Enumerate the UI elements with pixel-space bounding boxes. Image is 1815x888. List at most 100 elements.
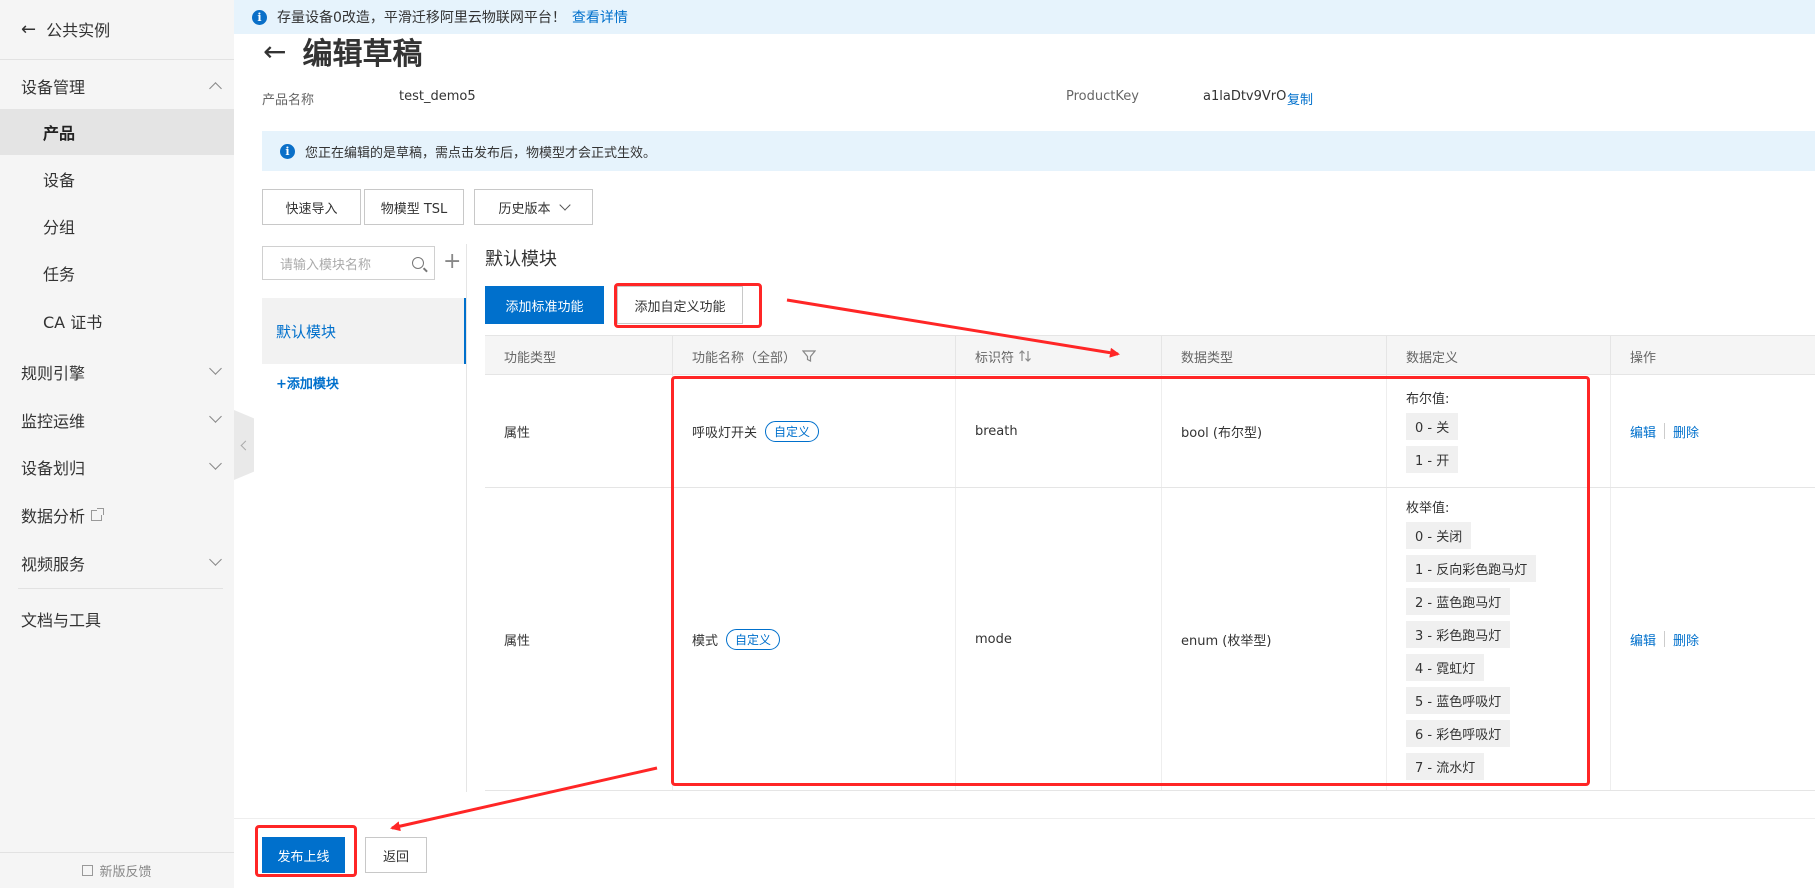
th-function-name[interactable]: 功能名称（全部） xyxy=(672,336,955,376)
nav-group-label: 设备划归 xyxy=(21,459,86,478)
tsl-button[interactable]: 物模型 TSL xyxy=(364,189,464,225)
sidebar-item-ca-cert[interactable]: CA 证书 xyxy=(0,298,234,344)
add-custom-function-button[interactable]: 添加自定义功能 xyxy=(617,286,743,324)
module-item-default[interactable]: 默认模块 xyxy=(262,298,466,364)
announcement-bar: i 存量设备0改造，平滑迁移阿里云物联网平台！ 查看详情 xyxy=(234,0,1815,34)
def-chip: 0 - 关 xyxy=(1406,412,1459,440)
search-placeholder: 请输入模块名称 xyxy=(280,257,372,273)
chevron-up-icon xyxy=(209,82,222,95)
cell-data-def: 枚举值: 0 - 关闭 1 - 反向彩色跑马灯 2 - 蓝色跑马灯 3 - 彩色… xyxy=(1386,488,1610,790)
th-function-type: 功能类型 xyxy=(504,350,557,366)
chevron-down-icon xyxy=(209,457,222,470)
module-panel-divider xyxy=(466,244,467,792)
module-search-input[interactable]: 请输入模块名称 xyxy=(262,246,435,280)
page-title-text: 编辑草稿 xyxy=(302,37,423,72)
nav-group-label: 文档与工具 xyxy=(21,611,102,630)
th-actions: 操作 xyxy=(1610,336,1815,376)
feedback-label: 新版反馈 xyxy=(99,865,152,880)
divider xyxy=(0,59,234,60)
add-module-link[interactable]: +添加模块 xyxy=(276,373,339,392)
back-label: 公共实例 xyxy=(46,21,111,40)
cell-data-type: bool (布尔型) xyxy=(1161,375,1386,487)
chevron-down-icon xyxy=(209,362,222,375)
draft-notice: i 您正在编辑的是草稿，需点击发布后，物模型才会正式生效。 xyxy=(262,131,1815,171)
return-button[interactable]: 返回 xyxy=(365,837,427,873)
custom-badge: 自定义 xyxy=(726,628,781,650)
sidebar-item-group[interactable]: 分组 xyxy=(0,203,234,249)
def-chip: 1 - 开 xyxy=(1406,445,1459,473)
sidebar-item-product[interactable]: 产品 xyxy=(0,109,234,155)
add-standard-function-button[interactable]: 添加标准功能 xyxy=(485,286,604,324)
back-to-public-instance[interactable]: ← 公共实例 xyxy=(21,17,110,41)
product-key-value: a1laDtv9VrO xyxy=(1203,89,1287,104)
sidebar-item-task[interactable]: 任务 xyxy=(0,250,234,296)
filter-icon[interactable] xyxy=(802,349,817,363)
nav-data-analysis[interactable]: 数据分析 xyxy=(21,504,224,526)
product-key-label: ProductKey xyxy=(1066,89,1139,104)
def-chip: 7 - 流水灯 xyxy=(1406,752,1485,780)
th-label: 功能名称（全部） xyxy=(692,350,797,366)
quick-import-button[interactable]: 快速导入 xyxy=(262,189,361,225)
nav-group-label: 设备管理 xyxy=(21,78,86,97)
table-row: 属性 模式 自定义 mode enum (枚举型) 枚举值: 0 - 关闭 1 … xyxy=(485,488,1815,791)
th-identifier[interactable]: 标识符 xyxy=(955,336,1161,376)
cell-name: 呼吸灯开关 自定义 xyxy=(672,375,955,487)
edit-link[interactable]: 编辑 xyxy=(1630,630,1656,649)
page-title: ← 编辑草稿 xyxy=(263,30,423,73)
cell-type: 属性 xyxy=(504,633,531,649)
cell-identifier: mode xyxy=(955,488,1161,790)
nav-group-device-assign[interactable]: 设备划归 xyxy=(21,456,224,478)
footer-divider xyxy=(234,818,1815,819)
nav-group-video[interactable]: 视频服务 xyxy=(21,552,224,574)
cell-data-def: 布尔值: 0 - 关 1 - 开 xyxy=(1386,375,1610,487)
function-name: 呼吸灯开关 xyxy=(692,425,758,441)
function-name: 模式 xyxy=(692,633,719,649)
nav-group-monitoring[interactable]: 监控运维 xyxy=(21,409,224,431)
feedback-button[interactable]: 新版反馈 xyxy=(0,852,234,888)
feedback-icon xyxy=(82,865,94,876)
publish-button[interactable]: 发布上线 xyxy=(262,837,345,873)
def-chip: 6 - 彩色呼吸灯 xyxy=(1406,719,1511,747)
edit-link[interactable]: 编辑 xyxy=(1630,422,1656,441)
announcement-link[interactable]: 查看详情 xyxy=(572,7,628,27)
sidebar-item-device[interactable]: 设备 xyxy=(0,156,234,202)
nav-group-label: 数据分析 xyxy=(21,507,86,526)
back-arrow-icon[interactable]: ← xyxy=(263,35,286,68)
nav-docs-tools[interactable]: 文档与工具 xyxy=(21,608,224,630)
cell-identifier: breath xyxy=(955,375,1161,487)
module-title: 默认模块 xyxy=(485,249,557,270)
def-chip: 1 - 反向彩色跑马灯 xyxy=(1406,554,1537,582)
chevron-down-icon xyxy=(209,553,222,566)
delete-link[interactable]: 删除 xyxy=(1673,422,1699,441)
th-data-def: 数据定义 xyxy=(1386,336,1610,376)
add-module-plus-icon[interactable]: + xyxy=(443,250,461,274)
nav-group-rule-engine[interactable]: 规则引擎 xyxy=(21,361,224,383)
def-label: 枚举值: xyxy=(1406,500,1450,516)
cell-data-type: enum (枚举型) xyxy=(1161,488,1386,790)
info-icon: i xyxy=(280,143,295,159)
sidebar: ← 公共实例 设备管理 产品 设备 分组 任务 CA 证书 规则引擎 监控运维 … xyxy=(0,0,234,888)
delete-link[interactable]: 删除 xyxy=(1673,630,1699,649)
divider xyxy=(18,588,223,589)
copy-link[interactable]: 复制 xyxy=(1287,89,1313,108)
sidebar-collapse-handle[interactable] xyxy=(234,410,254,480)
search-icon[interactable] xyxy=(412,257,424,269)
history-version-dropdown[interactable]: 历史版本 xyxy=(474,189,593,225)
cell-type: 属性 xyxy=(504,425,531,441)
sort-icon[interactable] xyxy=(1018,349,1032,363)
cell-actions: 编辑 删除 xyxy=(1610,375,1815,487)
product-name-value: test_demo5 xyxy=(399,89,476,104)
nav-group-label: 规则引擎 xyxy=(21,364,86,383)
external-link-icon xyxy=(91,507,105,521)
def-chip: 2 - 蓝色跑马灯 xyxy=(1406,587,1511,615)
custom-badge: 自定义 xyxy=(765,420,820,442)
chevron-left-icon xyxy=(240,440,251,450)
info-icon: i xyxy=(252,9,267,25)
nav-group-label: 视频服务 xyxy=(21,555,86,574)
back-arrow-icon: ← xyxy=(21,18,37,40)
nav-group-device-mgmt[interactable]: 设备管理 xyxy=(21,75,224,97)
table-row: 属性 呼吸灯开关 自定义 breath bool (布尔型) 布尔值: 0 - … xyxy=(485,375,1815,488)
product-name-label: 产品名称 xyxy=(262,93,315,108)
action-separator xyxy=(1664,631,1666,647)
cell-name: 模式 自定义 xyxy=(672,488,955,790)
